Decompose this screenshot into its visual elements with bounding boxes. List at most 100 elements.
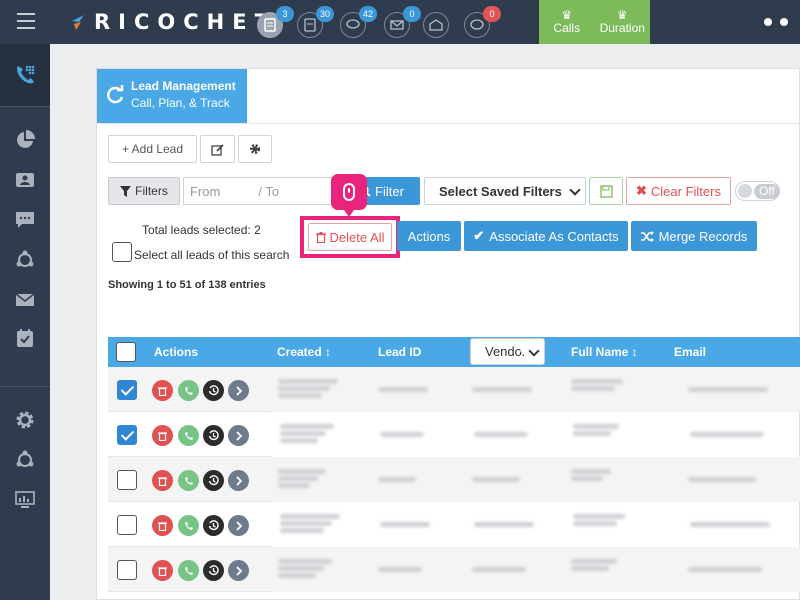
dashboard-monitor-icon[interactable]	[15, 490, 35, 510]
phone-icon[interactable]	[178, 515, 199, 536]
tasks-icon[interactable]	[15, 328, 35, 348]
menu-icon[interactable]	[17, 13, 35, 29]
vendor-value: Vendor	[485, 344, 527, 359]
documents-icon[interactable]: 30	[297, 6, 334, 38]
email-icon[interactable]	[15, 290, 35, 310]
chevron-right-icon[interactable]	[228, 515, 249, 536]
edit-icon[interactable]	[200, 135, 235, 163]
table-row[interactable]	[108, 547, 800, 592]
more-options-icon[interactable]	[764, 18, 788, 26]
blurred-cell	[278, 476, 318, 481]
blurred-cell	[278, 573, 316, 578]
header-checkbox[interactable]	[116, 342, 136, 362]
chat-badge: 42	[359, 6, 377, 22]
sms-badge: 0	[483, 6, 501, 22]
header-actions: Actions	[154, 345, 199, 359]
calls-tab[interactable]: ♛ Calls	[539, 0, 595, 44]
settings-icon[interactable]	[15, 410, 35, 430]
save-filter-icon[interactable]	[589, 177, 623, 205]
duration-tab[interactable]: ♛ Duration	[595, 0, 651, 44]
phone-icon[interactable]	[178, 425, 199, 446]
chevron-down-icon	[519, 339, 544, 364]
blurred-cell	[280, 528, 324, 533]
phone-icon[interactable]	[178, 470, 199, 491]
clear-filters-button[interactable]: ✖ Clear Filters	[626, 177, 731, 205]
blurred-cell	[280, 514, 340, 519]
actions-button[interactable]: Actions	[397, 221, 461, 251]
delete-icon[interactable]	[152, 470, 173, 491]
delete-icon[interactable]	[152, 425, 173, 446]
delete-icon[interactable]	[152, 560, 173, 581]
table-row[interactable]	[108, 412, 800, 457]
chat-icon[interactable]: 42	[340, 6, 377, 38]
reports-pie-icon[interactable]	[15, 130, 35, 150]
settings-gear-icon[interactable]	[238, 135, 272, 163]
associate-contacts-button[interactable]: ✔ Associate As Contacts	[464, 221, 628, 251]
phone-icon[interactable]	[178, 380, 199, 401]
select-all-checkbox[interactable]	[112, 242, 132, 262]
chevron-right-icon[interactable]	[228, 380, 249, 401]
history-icon[interactable]	[203, 515, 224, 536]
lead-management-tab[interactable]: Lead Management Call, Plan, & Track	[97, 69, 247, 123]
history-icon[interactable]	[203, 560, 224, 581]
delete-icon[interactable]	[152, 515, 173, 536]
row-checkbox[interactable]	[117, 515, 137, 535]
chevron-down-icon	[569, 184, 581, 196]
header-email[interactable]: Email	[674, 345, 706, 359]
table-row[interactable]	[108, 457, 800, 502]
blurred-cell	[278, 559, 332, 564]
blurred-cell	[690, 432, 764, 437]
vendor-select[interactable]: Vendor	[470, 338, 545, 365]
table-row[interactable]	[108, 502, 800, 547]
calls-label: Calls	[553, 21, 581, 35]
blurred-cell	[571, 379, 623, 384]
check-icon: ✔	[473, 228, 485, 243]
card-title: Lead Management	[131, 79, 236, 93]
saved-filters-select[interactable]: Select Saved Filters	[424, 177, 586, 205]
close-icon: ✖	[636, 183, 647, 198]
click-indicator-mouse-icon	[331, 174, 367, 217]
leads-icon[interactable]: 3	[257, 6, 294, 38]
mail-icon[interactable]: 0	[384, 6, 421, 38]
delete-icon[interactable]	[152, 380, 173, 401]
row-checkbox[interactable]	[117, 560, 137, 580]
header-created[interactable]: Created ↕	[277, 345, 331, 359]
date-range-input[interactable]: From / To	[183, 177, 343, 205]
integrations-icon[interactable]	[15, 450, 35, 470]
filter-label: Filter	[375, 183, 404, 199]
delete-all-highlight	[300, 216, 400, 258]
dialer-icon[interactable]	[0, 44, 50, 106]
chevron-right-icon[interactable]	[228, 560, 249, 581]
blurred-cell	[573, 431, 611, 436]
contacts-icon[interactable]	[15, 170, 35, 190]
history-icon[interactable]	[203, 380, 224, 401]
logo-mark-icon	[72, 15, 84, 30]
row-checkbox[interactable]	[117, 425, 137, 445]
merge-records-button[interactable]: Merge Records	[631, 221, 757, 251]
table-row[interactable]	[108, 367, 800, 412]
inbox-icon[interactable]	[423, 12, 449, 38]
chevron-right-icon[interactable]	[228, 425, 249, 446]
history-icon[interactable]	[203, 470, 224, 491]
chevron-right-icon[interactable]	[228, 470, 249, 491]
brand-logo[interactable]: RICOCHET 360	[70, 10, 286, 34]
header-lead-id[interactable]: Lead ID	[378, 345, 421, 359]
blurred-cell	[571, 386, 615, 391]
sms-icon[interactable]: 0	[464, 6, 501, 38]
blurred-cell	[278, 566, 324, 571]
blurred-cell	[573, 514, 625, 519]
messages-icon[interactable]	[15, 210, 35, 230]
crown-icon: ♛	[561, 8, 573, 22]
filter-toggle[interactable]: Off	[735, 181, 780, 201]
network-icon[interactable]	[15, 250, 35, 270]
blurred-cell	[472, 477, 520, 482]
add-lead-button[interactable]: + Add Lead	[108, 135, 197, 163]
header-full-name[interactable]: Full Name ↕	[571, 345, 638, 359]
phone-icon[interactable]	[178, 560, 199, 581]
blurred-cell	[280, 431, 326, 436]
history-icon[interactable]	[203, 425, 224, 446]
filters-button[interactable]: Filters	[108, 177, 180, 205]
row-checkbox[interactable]	[117, 380, 137, 400]
blurred-cell	[472, 387, 532, 392]
row-checkbox[interactable]	[117, 470, 137, 490]
